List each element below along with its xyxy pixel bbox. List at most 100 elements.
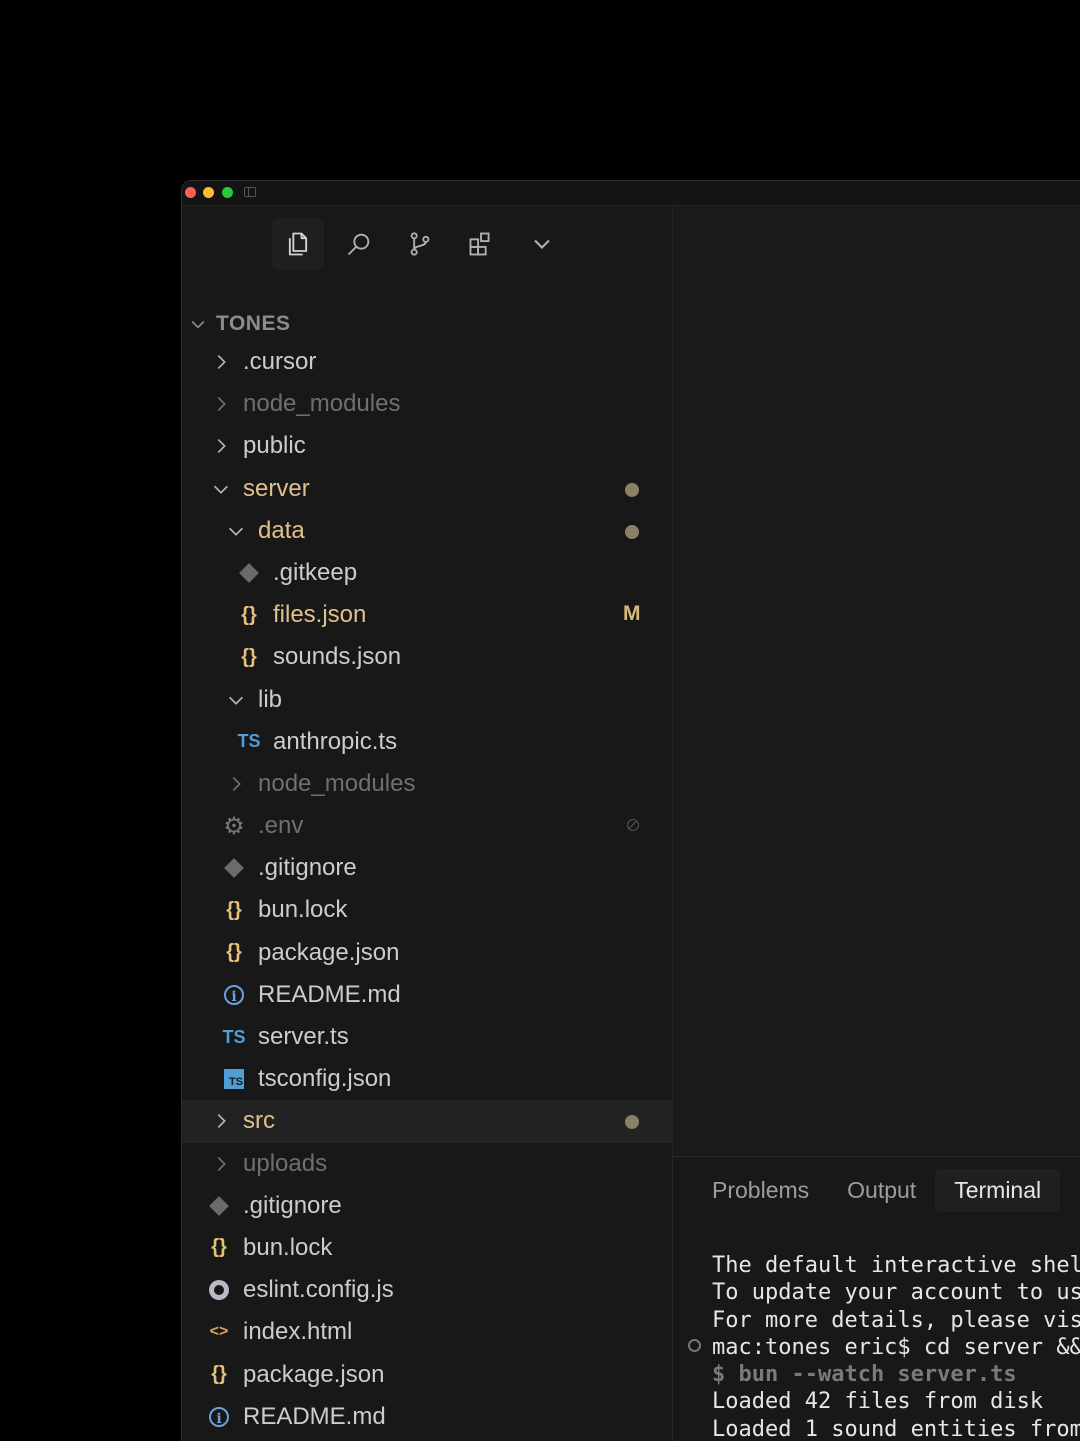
typescript-file-icon: TS <box>222 1026 246 1047</box>
chevron-right-icon <box>209 1152 233 1176</box>
file-row[interactable]: ⚙ .env <box>182 805 672 847</box>
chevron-down-icon <box>209 477 233 501</box>
git-file-icon <box>237 561 261 585</box>
tree-item-label: src <box>243 1107 275 1135</box>
tree-item-label: lib <box>258 685 283 713</box>
tree-item-label: server.ts <box>258 1023 349 1050</box>
file-row[interactable]: TS anthropic.ts <box>182 721 672 763</box>
folder-row[interactable]: lib <box>182 679 672 721</box>
extensions-icon <box>469 232 490 256</box>
tree-item-label: anthropic.ts <box>273 727 398 755</box>
search-button[interactable] <box>333 218 385 270</box>
chevron-right-icon <box>209 434 233 458</box>
editor-window: TONES .cursor node_modules public server dat… <box>181 180 1080 1441</box>
html-file-icon: <> <box>209 1323 229 1341</box>
terminal-line: The default interactive shel <box>712 1253 1080 1278</box>
file-row[interactable]: .gitkeep <box>182 552 672 594</box>
panel-tabs: Problems Output Terminal <box>693 1169 1061 1212</box>
file-row[interactable]: TS tsconfig.json <box>182 1058 672 1100</box>
explorer-button[interactable] <box>272 218 324 270</box>
terminal-output[interactable]: The default interactive shel To update yo… <box>712 1252 1080 1441</box>
folder-row[interactable]: node_modules <box>182 763 672 805</box>
folder-row[interactable]: server <box>182 468 672 510</box>
eslint-icon <box>207 1278 231 1302</box>
file-row[interactable]: {} files.json M <box>182 594 672 636</box>
file-tree: .cursor node_modules public server data .gitk… <box>182 341 672 1441</box>
tree-item-label: README.md <box>243 1402 386 1430</box>
activity-bar <box>272 218 577 270</box>
file-row[interactable]: TS server.ts <box>182 1016 672 1058</box>
git-file-icon <box>222 856 246 880</box>
tree-item-label: uploads <box>243 1149 328 1177</box>
extensions-button[interactable] <box>455 218 507 270</box>
tree-item-label: sounds.json <box>273 643 402 671</box>
info-icon: i <box>207 1405 231 1429</box>
file-row[interactable]: eslint.config.js <box>182 1269 672 1311</box>
chevron-right-icon <box>209 392 233 416</box>
chevron-down-icon <box>191 320 205 329</box>
tree-item-label: bun.lock <box>258 896 348 924</box>
tree-item-label: .cursor <box>243 348 317 375</box>
terminal-line: mac:tones eric$ cd server && <box>712 1334 1080 1360</box>
chevron-down-icon <box>224 519 248 543</box>
folder-row[interactable]: src <box>182 1100 672 1143</box>
folder-row[interactable]: data <box>182 510 672 552</box>
terminal-line: For more details, please vis <box>712 1307 1080 1333</box>
file-row[interactable]: {} bun.lock <box>182 889 672 931</box>
tree-item-label: .gitignore <box>258 854 357 882</box>
chevron-right-icon <box>209 1109 233 1133</box>
terminal-line: $ bun --watch server.ts <box>712 1362 1017 1388</box>
modified-dot-badge <box>625 524 639 539</box>
modified-dot-badge <box>625 1115 639 1130</box>
tab-output[interactable]: Output <box>828 1169 935 1212</box>
json-file-icon: {} <box>226 898 242 921</box>
file-row[interactable]: {} package.json <box>182 932 672 974</box>
close-window-button[interactable] <box>185 187 196 198</box>
tree-item-label: data <box>258 516 305 544</box>
source-control-button[interactable] <box>394 218 446 270</box>
file-row[interactable]: i README.md <box>182 1396 672 1438</box>
terminal-status-icon <box>688 1339 701 1352</box>
file-row[interactable]: {} bun.lock <box>182 1227 672 1269</box>
file-row[interactable]: .gitignore <box>182 1185 672 1227</box>
folder-row[interactable]: public <box>182 425 672 467</box>
tree-item-label: package.json <box>258 938 400 966</box>
tree-item-label: node_modules <box>258 769 416 797</box>
terminal-line: Loaded 1 sound entities from <box>712 1416 1080 1441</box>
chevron-down-icon <box>534 239 550 249</box>
tree-item-label: index.html <box>243 1318 353 1346</box>
tree-item-label: .gitkeep <box>273 558 358 586</box>
modified-dot-badge <box>625 482 639 497</box>
tree-item-label: public <box>243 432 306 460</box>
json-file-icon: {} <box>226 941 242 964</box>
tree-item-label: eslint.config.js <box>243 1276 394 1304</box>
explorer-section-title: TONES <box>216 312 291 335</box>
toggle-sidebar-icon[interactable] <box>244 187 256 197</box>
file-row[interactable]: .gitignore <box>182 847 672 889</box>
folder-row[interactable]: node_modules <box>182 383 672 425</box>
json-file-icon: {} <box>241 645 257 668</box>
tree-item-label: .env <box>258 812 304 840</box>
files-icon <box>288 232 308 256</box>
chevron-right-icon <box>209 350 233 374</box>
tree-item-label: files.json <box>273 601 367 629</box>
tab-problems[interactable]: Problems <box>693 1169 828 1212</box>
file-row[interactable]: i README.md <box>182 974 672 1016</box>
file-row[interactable]: {} sounds.json <box>182 636 672 678</box>
minimize-window-button[interactable] <box>203 187 214 198</box>
title-bar <box>182 181 1080 206</box>
tree-item-label: tsconfig.json <box>258 1065 392 1093</box>
folder-row[interactable]: uploads <box>182 1143 672 1185</box>
folder-row[interactable]: .cursor <box>182 341 672 383</box>
tab-terminal[interactable]: Terminal <box>935 1169 1061 1212</box>
more-views-button[interactable] <box>516 218 568 270</box>
tsconfig-file-icon: TS <box>222 1067 246 1091</box>
json-file-icon: {} <box>241 603 257 626</box>
explorer-section-header[interactable]: TONES <box>182 306 672 342</box>
file-row[interactable]: {} package.json <box>182 1354 672 1396</box>
zoom-window-button[interactable] <box>222 187 233 198</box>
git-branch-icon <box>410 232 430 256</box>
file-row[interactable]: <> index.html <box>182 1311 672 1353</box>
tree-item-label: .gitignore <box>243 1191 342 1219</box>
info-icon: i <box>222 983 246 1007</box>
